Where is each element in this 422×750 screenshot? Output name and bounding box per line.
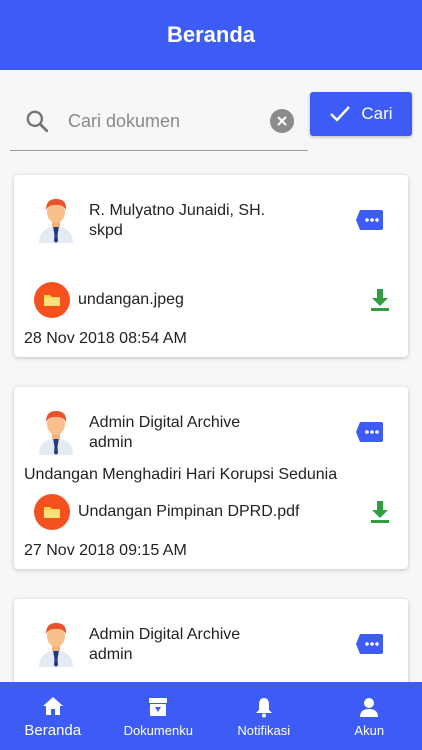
archive-icon <box>149 697 168 716</box>
avatar-icon <box>39 623 73 667</box>
author-name: Admin Digital Archive <box>89 414 241 431</box>
download-icon[interactable] <box>370 288 390 312</box>
attachment-row[interactable]: undangan.jpeg <box>34 282 404 318</box>
file-name: undangan.jpeg <box>78 291 184 308</box>
nav-label: Akun <box>354 722 385 738</box>
author-role: skpd <box>89 222 123 239</box>
download-icon[interactable] <box>370 500 390 524</box>
document-card[interactable]: R. Mulyatno Junaidi, SH. skpd undangan.j… <box>14 175 408 357</box>
bottom-navigation: Beranda Dokumenku Notifikasi Akun <box>0 682 422 750</box>
folder-icon <box>34 282 70 318</box>
app-header: Beranda <box>0 0 422 70</box>
search-button-label: Cari <box>361 104 393 123</box>
nav-item-notifikasi[interactable]: Notifikasi <box>211 682 317 750</box>
search-area: Cari <box>0 70 422 170</box>
search-input[interactable] <box>66 109 260 133</box>
document-card[interactable]: Admin Digital Archive admin <box>14 599 408 682</box>
card-date: 28 Nov 2018 08:54 AM <box>24 330 187 347</box>
search-icon <box>26 110 49 133</box>
nav-label: Notifikasi <box>237 722 291 738</box>
nav-item-akun[interactable]: Akun <box>317 682 422 750</box>
home-icon <box>42 696 63 715</box>
folder-icon <box>34 494 70 530</box>
author-name: R. Mulyatno Junaidi, SH. <box>89 202 266 219</box>
avatar-icon <box>39 199 73 243</box>
nav-item-beranda[interactable]: Beranda <box>0 682 106 750</box>
page-title: Beranda <box>166 22 256 47</box>
comment-button[interactable] <box>356 633 384 655</box>
author-role: admin <box>89 646 133 663</box>
comment-button[interactable] <box>356 209 384 231</box>
search-button[interactable]: Cari <box>310 92 412 136</box>
card-date: 27 Nov 2018 09:15 AM <box>24 542 187 559</box>
comment-button[interactable] <box>356 421 384 443</box>
document-card[interactable]: Admin Digital Archive admin Undangan Men… <box>14 387 408 569</box>
person-icon <box>360 697 379 717</box>
author-name: Admin Digital Archive <box>89 626 241 643</box>
nav-label: Dokumenku <box>123 722 193 738</box>
document-description: Undangan Menghadiri Hari Korupsi Sedunia <box>24 466 338 483</box>
nav-label: Beranda <box>24 721 82 739</box>
clear-search-icon[interactable] <box>270 109 294 133</box>
bell-icon <box>255 697 272 717</box>
avatar-icon <box>39 411 73 455</box>
author-role: admin <box>89 434 133 451</box>
file-name: Undangan Pimpinan DPRD.pdf <box>78 503 300 520</box>
nav-item-dokumenku[interactable]: Dokumenku <box>106 682 212 750</box>
search-box <box>10 92 308 151</box>
check-icon <box>330 106 351 122</box>
attachment-row[interactable]: Undangan Pimpinan DPRD.pdf <box>34 494 404 530</box>
document-feed[interactable]: R. Mulyatno Junaidi, SH. skpd undangan.j… <box>0 170 422 682</box>
